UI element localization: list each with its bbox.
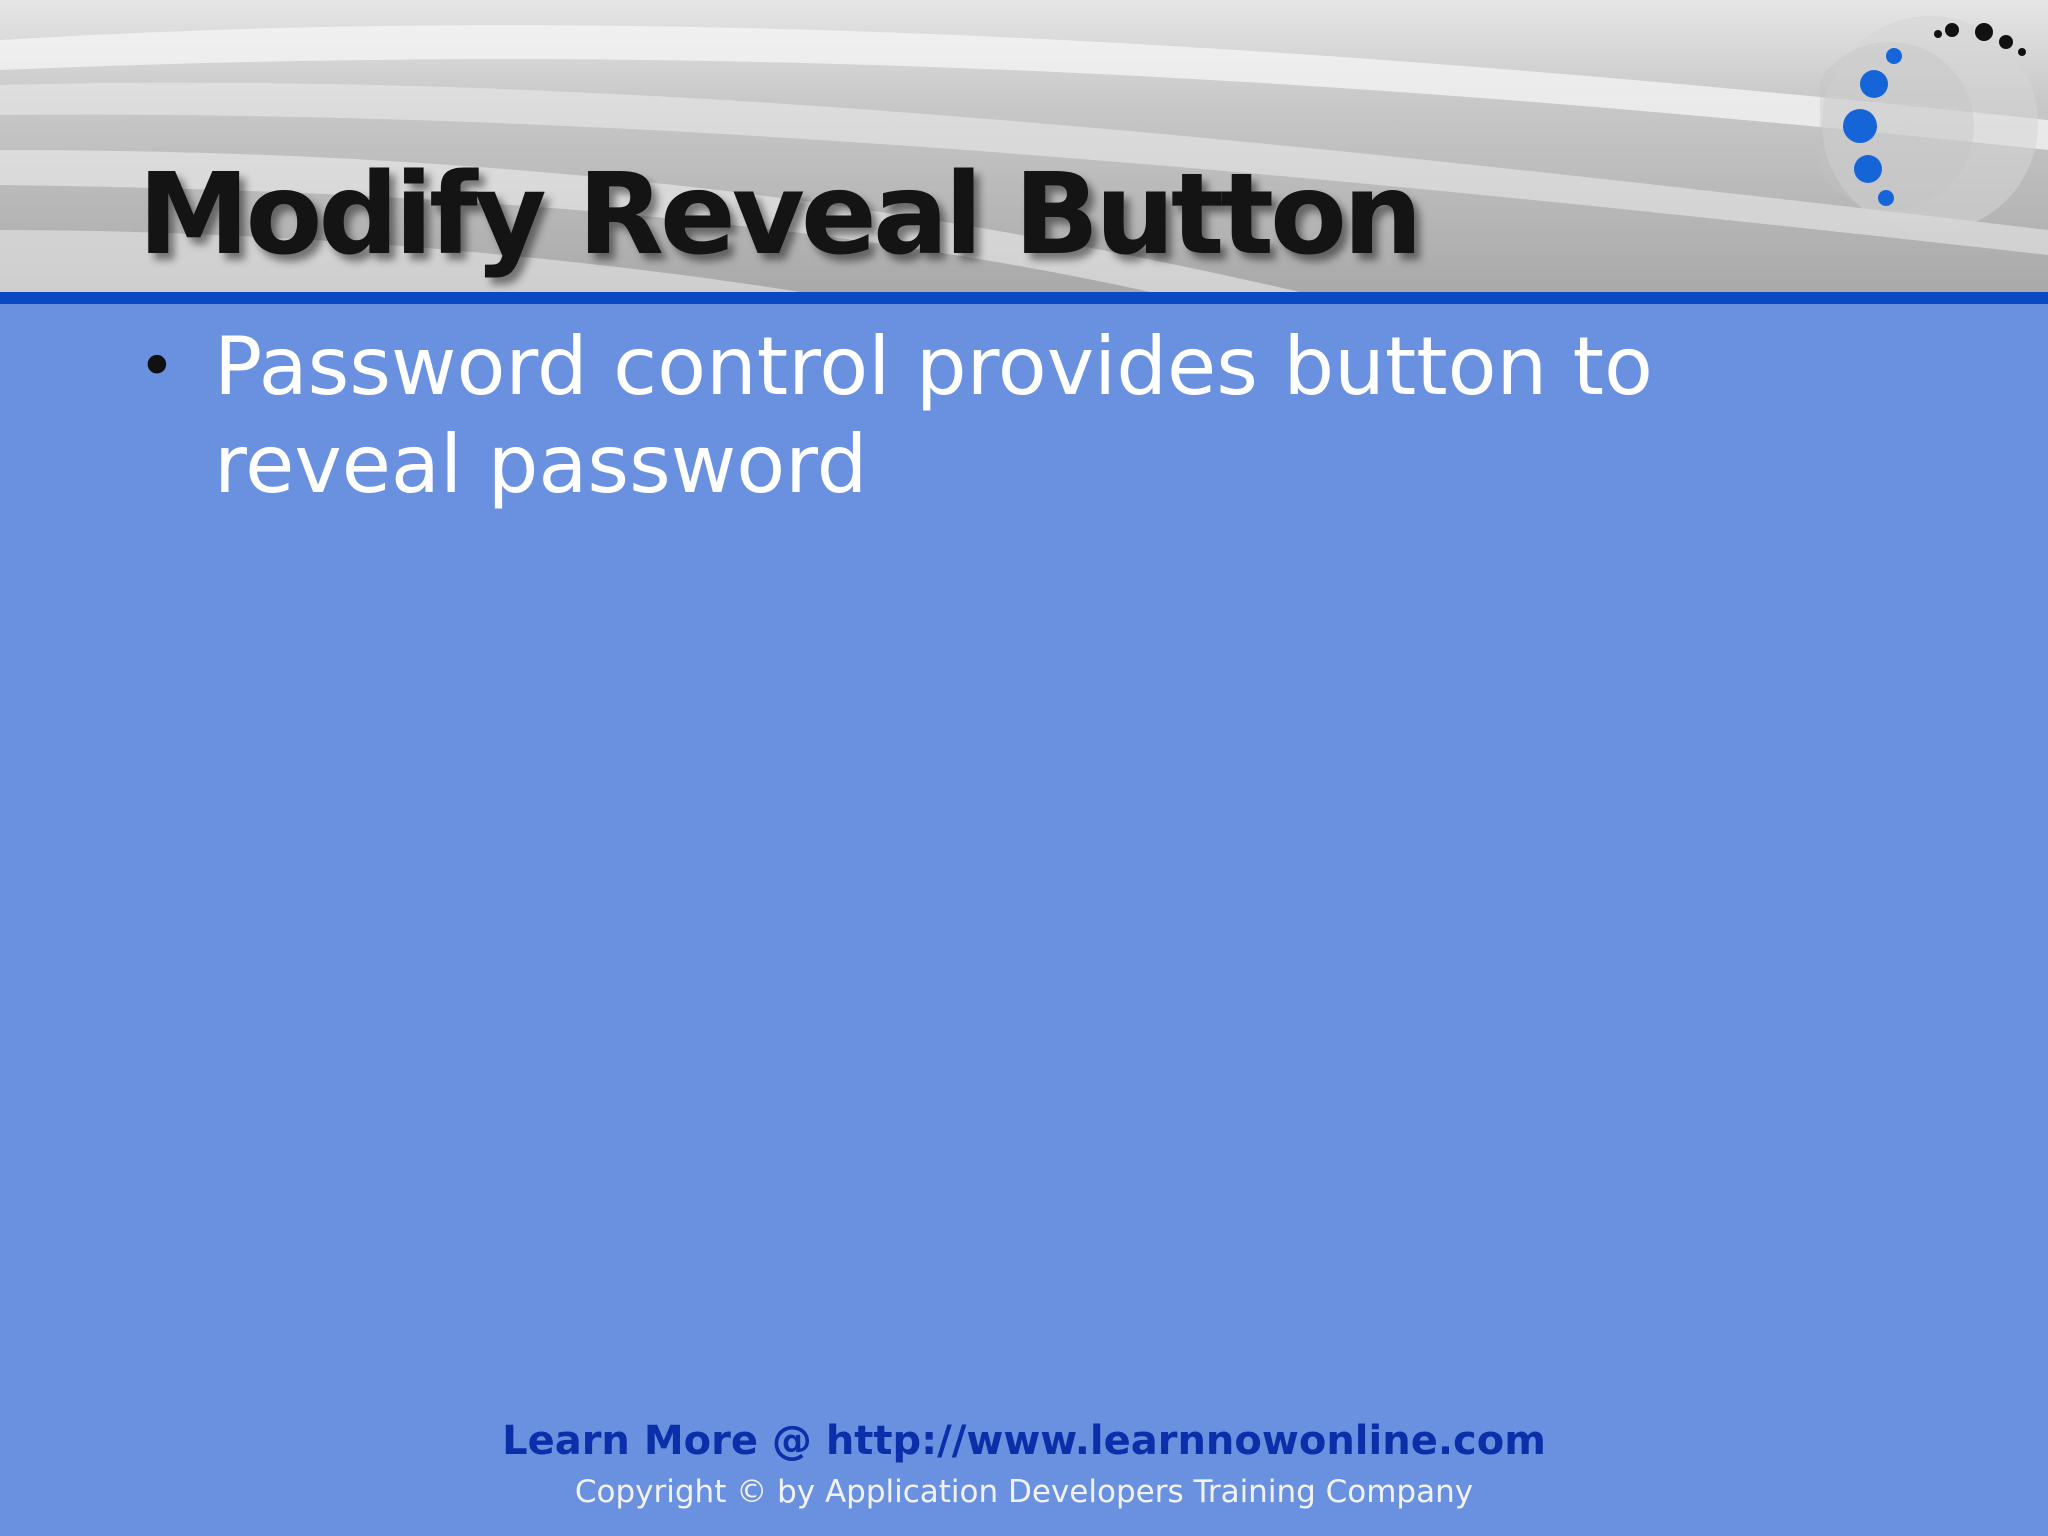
header-divider: [0, 292, 2048, 304]
bullet-dot-icon: •: [138, 330, 176, 404]
slide-title: Modify Reveal Button: [138, 150, 1423, 280]
bullet-text: Password control provides button to reve…: [214, 320, 1653, 511]
footer-copyright: Copyright © by Application Developers Tr…: [574, 1474, 1474, 1510]
footer-link[interactable]: Learn More @ http://www.learnnowonline.c…: [0, 1418, 2048, 1464]
slide-header: Modify Reveal Button: [0, 0, 2048, 292]
bullet-list: • Password control provides button to re…: [130, 318, 1830, 514]
bullet-item: • Password control provides button to re…: [130, 318, 1830, 514]
dotted-arc-logo-icon: [1820, 16, 2038, 232]
